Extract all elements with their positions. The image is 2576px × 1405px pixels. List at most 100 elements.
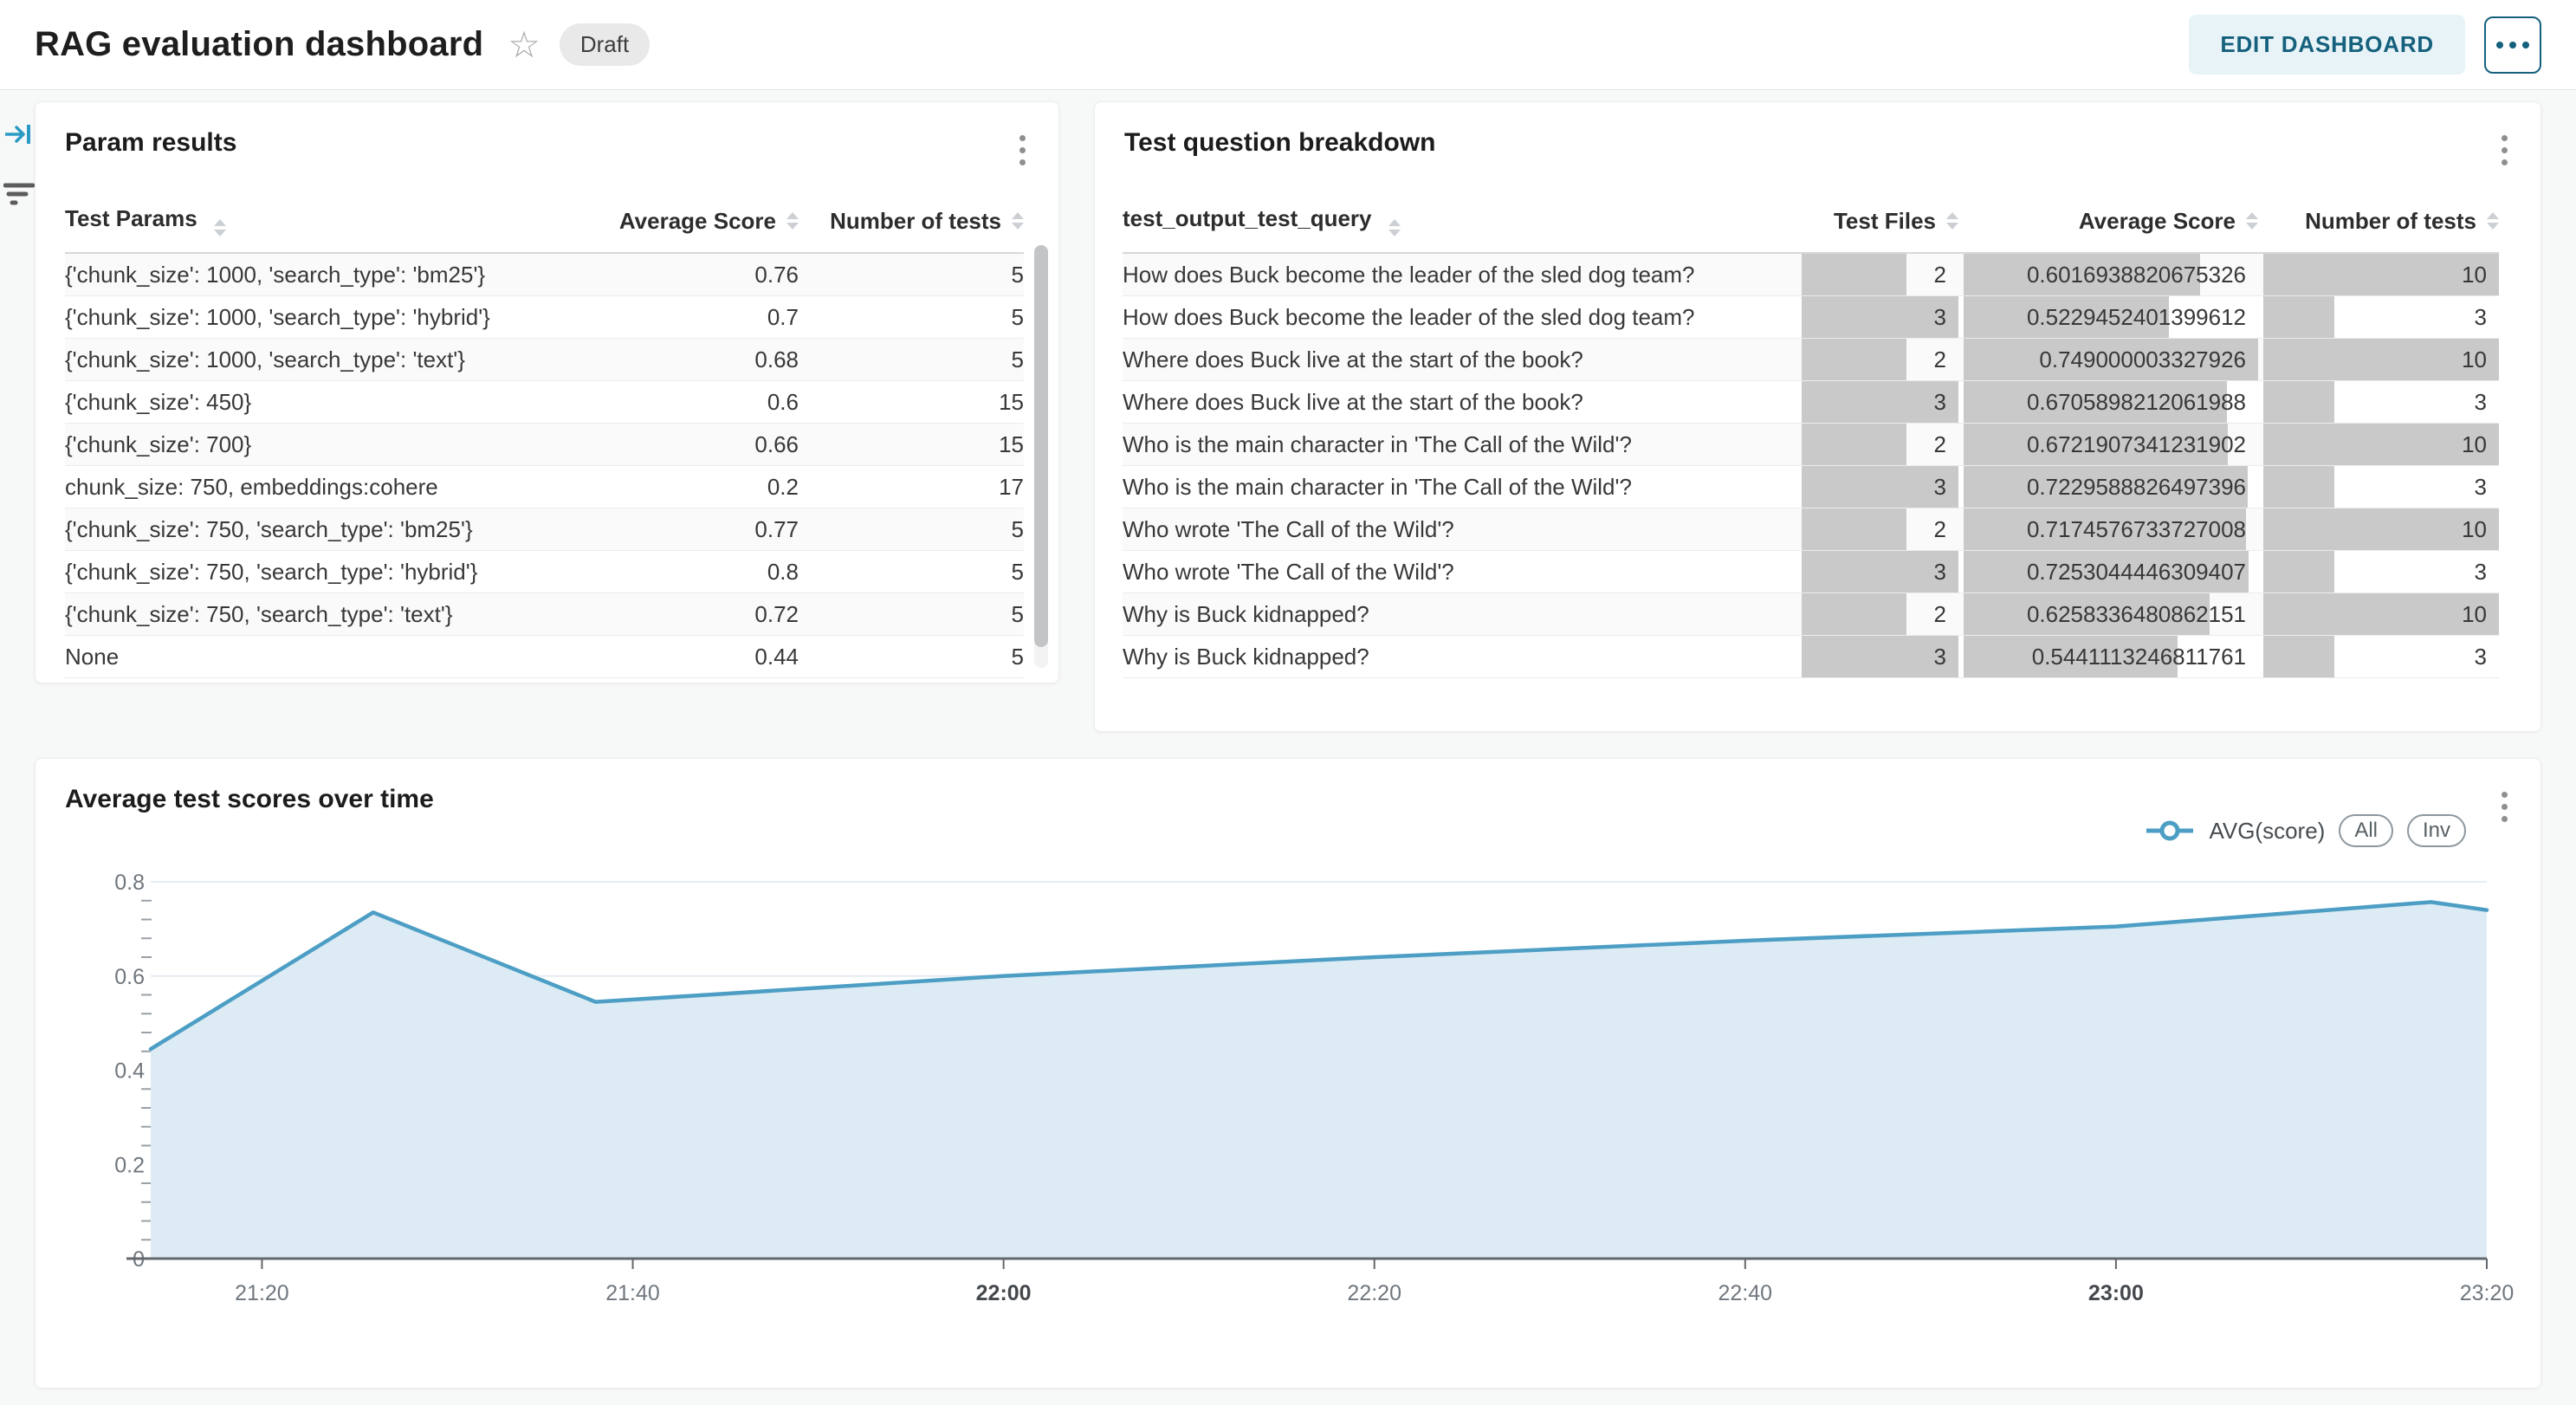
cell-average-score: 0.749000003327926 — [1958, 339, 2258, 380]
scores-line-chart[interactable]: 00.20.40.60.821:2021:4022:0022:2022:4023… — [36, 759, 2542, 1389]
value-bar — [2263, 466, 2334, 508]
ellipsis-icon — [2496, 42, 2503, 49]
cell-number-of-tests: 5 — [799, 339, 1024, 380]
cell-number-of-tests: 17 — [799, 466, 1024, 508]
sort-icon[interactable] — [1012, 212, 1024, 230]
dashboard-grid: Param results Test Params Average Score … — [0, 90, 2576, 1389]
cell-test-params: {'chunk_size': 750, 'search_type': 'text… — [65, 593, 565, 635]
cell-test-params: None — [65, 636, 565, 677]
column-header-average-score[interactable]: Average Score — [565, 208, 799, 235]
svg-text:0.6: 0.6 — [114, 965, 145, 989]
table-row[interactable]: {'chunk_size': 700} 0.66 15 — [65, 424, 1024, 466]
cell-test-params: chunk_size: 750, embeddings:cohere — [65, 466, 565, 508]
kebab-menu-icon[interactable] — [1013, 128, 1032, 172]
kebab-menu-icon[interactable] — [2495, 128, 2515, 172]
vertical-scrollbar[interactable] — [1034, 245, 1048, 668]
cell-test-params: {'chunk_size': 750, 'search_type': 'hybr… — [65, 551, 565, 592]
cell-test-params: {'chunk_size': 450} — [65, 381, 565, 423]
table-row[interactable]: Why is Buck kidnapped? 2 0.6258336480862… — [1123, 593, 2499, 636]
sort-icon[interactable] — [2246, 212, 2258, 230]
cell-test-query: Where does Buck live at the start of the… — [1123, 339, 1796, 380]
sort-icon[interactable] — [214, 219, 226, 236]
cell-test-query: Where does Buck live at the start of the… — [1123, 381, 1796, 423]
table-row[interactable]: {'chunk_size': 1000, 'search_type': 'bm2… — [65, 254, 1024, 296]
column-header-number-of-tests[interactable]: Number of tests — [2258, 208, 2499, 235]
card-title: Param results — [65, 128, 236, 158]
cell-average-score: 0.2 — [565, 466, 799, 508]
table-row[interactable]: Where does Buck live at the start of the… — [1123, 381, 2499, 424]
sort-icon[interactable] — [1388, 219, 1401, 236]
value-bar — [1802, 593, 1906, 635]
table-row[interactable]: {'chunk_size': 750, 'search_type': 'bm25… — [65, 508, 1024, 551]
table-row[interactable]: {'chunk_size': 450} 0.6 15 — [65, 381, 1024, 424]
cell-average-score: 0.76 — [565, 254, 799, 295]
value-bar — [1802, 254, 1906, 295]
table-row[interactable]: None 0.44 5 — [65, 636, 1024, 678]
svg-text:23:00: 23:00 — [2088, 1281, 2144, 1305]
cell-average-score: 0.68 — [565, 339, 799, 380]
table-row[interactable]: {'chunk_size': 750, 'search_type': 'hybr… — [65, 551, 1024, 593]
page-title: RAG evaluation dashboard — [35, 25, 483, 64]
sort-icon[interactable] — [1946, 212, 1958, 230]
cell-number-of-tests: 10 — [2258, 254, 2499, 295]
cell-test-params: {'chunk_size': 1000, 'search_type': 'tex… — [65, 339, 565, 380]
table-row[interactable]: Why is Buck kidnapped? 3 0.5441113246811… — [1123, 636, 2499, 678]
cell-test-files: 3 — [1796, 381, 1958, 423]
column-header-number-of-tests[interactable]: Number of tests — [799, 208, 1024, 235]
table-row[interactable]: How does Buck become the leader of the s… — [1123, 296, 2499, 339]
cell-number-of-tests: 5 — [799, 296, 1024, 338]
favorite-star-icon[interactable]: ☆ — [508, 27, 540, 63]
table-row[interactable]: Where does Buck live at the start of the… — [1123, 339, 2499, 381]
cell-test-query: Why is Buck kidnapped? — [1123, 593, 1796, 635]
cell-number-of-tests: 10 — [2258, 508, 2499, 550]
svg-text:0.4: 0.4 — [114, 1059, 145, 1084]
cell-number-of-tests: 15 — [799, 381, 1024, 423]
cell-average-score: 0.7174576733727008 — [1958, 508, 2258, 550]
more-options-button[interactable] — [2484, 16, 2541, 74]
table-row[interactable]: {'chunk_size': 750, 'search_type': 'text… — [65, 593, 1024, 636]
cell-average-score: 0.7229588826497396 — [1958, 466, 2258, 508]
cell-number-of-tests: 5 — [799, 551, 1024, 592]
table-row[interactable]: Who is the main character in 'The Call o… — [1123, 466, 2499, 508]
cell-average-score: 0.8 — [565, 551, 799, 592]
cell-test-params: {'chunk_size': 1000, 'search_type': 'hyb… — [65, 296, 565, 338]
value-bar — [1802, 424, 1906, 465]
column-header-test-params[interactable]: Test Params — [65, 205, 565, 236]
table-row[interactable]: How does Buck become the leader of the s… — [1123, 254, 2499, 296]
cell-test-files: 2 — [1796, 508, 1958, 550]
table-body: How does Buck become the leader of the s… — [1123, 254, 2499, 678]
column-header-test-query[interactable]: test_output_test_query — [1123, 205, 1796, 236]
edit-dashboard-button[interactable]: EDIT DASHBOARD — [2189, 15, 2465, 74]
table-row[interactable]: Who wrote 'The Call of the Wild'? 3 0.72… — [1123, 551, 2499, 593]
cell-number-of-tests: 3 — [2258, 466, 2499, 508]
cell-test-query: How does Buck become the leader of the s… — [1123, 296, 1796, 338]
svg-text:22:20: 22:20 — [1347, 1281, 1401, 1305]
table-row[interactable]: Who wrote 'The Call of the Wild'? 2 0.71… — [1123, 508, 2499, 551]
cell-test-params: {'chunk_size': 700} — [65, 424, 565, 465]
cell-average-score: 0.6 — [565, 381, 799, 423]
sort-icon[interactable] — [786, 212, 799, 230]
cell-number-of-tests: 3 — [2258, 636, 2499, 677]
column-header-average-score[interactable]: Average Score — [1958, 208, 2258, 235]
svg-text:22:00: 22:00 — [976, 1281, 1032, 1305]
cell-test-query: Why is Buck kidnapped? — [1123, 636, 1796, 677]
value-bar — [2263, 296, 2334, 338]
dashboard-header: RAG evaluation dashboard ☆ Draft EDIT DA… — [0, 0, 2576, 90]
scrollbar-thumb[interactable] — [1034, 245, 1048, 647]
sort-icon[interactable] — [2487, 212, 2499, 230]
cell-test-files: 3 — [1796, 466, 1958, 508]
table-row[interactable]: Who is the main character in 'The Call o… — [1123, 424, 2499, 466]
cell-test-query: How does Buck become the leader of the s… — [1123, 254, 1796, 295]
cell-number-of-tests: 3 — [2258, 381, 2499, 423]
cell-test-files: 3 — [1796, 551, 1958, 592]
cell-average-score: 0.66 — [565, 424, 799, 465]
cell-number-of-tests: 15 — [799, 424, 1024, 465]
table-row[interactable]: {'chunk_size': 1000, 'search_type': 'hyb… — [65, 296, 1024, 339]
cell-number-of-tests: 10 — [2258, 339, 2499, 380]
table-row[interactable]: {'chunk_size': 1000, 'search_type': 'tex… — [65, 339, 1024, 381]
svg-text:21:20: 21:20 — [235, 1281, 289, 1305]
table-row[interactable]: chunk_size: 750, embeddings:cohere 0.2 1… — [65, 466, 1024, 508]
table-header-row: Test Params Average Score Number of test… — [65, 191, 1024, 254]
cell-number-of-tests: 5 — [799, 508, 1024, 550]
column-header-test-files[interactable]: Test Files — [1796, 208, 1958, 235]
